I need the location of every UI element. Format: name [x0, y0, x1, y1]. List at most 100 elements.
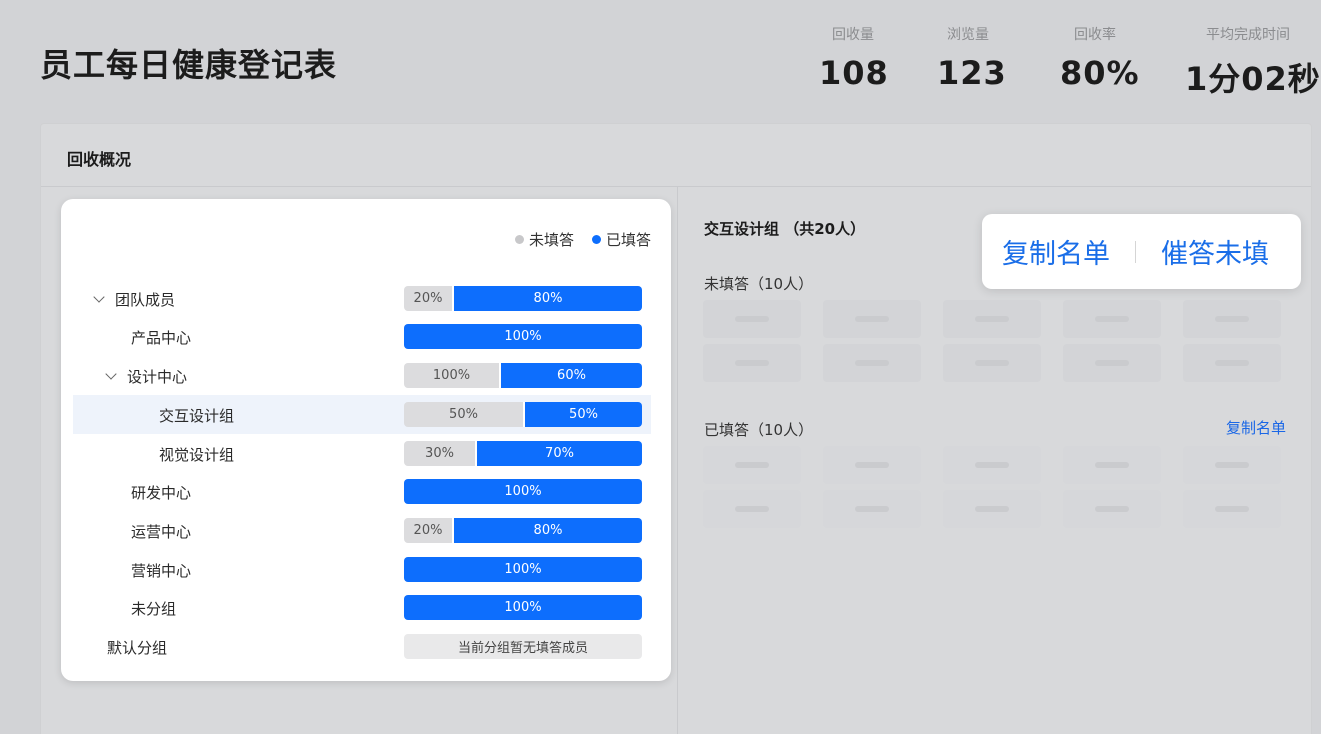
progress-bar: 20% 80%: [404, 518, 642, 543]
popover-divider: [1135, 240, 1136, 263]
tree-row[interactable]: 营销中心 100%: [73, 550, 651, 589]
progress-bar: 100%: [404, 324, 642, 349]
tree-row[interactable]: 默认分组 当前分组暂无填答成员: [73, 627, 651, 666]
stat-views: 浏览量 123: [937, 24, 1007, 92]
panel-title: 回收概况: [67, 150, 132, 169]
tree-row-label: 设计中心: [105, 366, 188, 387]
page-title: 员工每日健康登记表: [40, 46, 338, 84]
unfilled-segment: 50%: [404, 402, 523, 427]
chevron-down-icon[interactable]: [93, 291, 105, 303]
member-placeholder: [943, 300, 1041, 338]
unfilled-segment: 30%: [404, 441, 475, 466]
filled-segment: 100%: [404, 324, 642, 349]
copy-list-link[interactable]: 复制名单: [1226, 417, 1286, 438]
group-name: 视觉设计组: [159, 446, 235, 464]
tree-row[interactable]: 设计中心 100% 60%: [73, 356, 651, 395]
filled-section-label: 已填答（10人）: [704, 421, 814, 439]
member-placeholder: [1183, 344, 1281, 382]
group-name: 营销中心: [131, 562, 192, 580]
member-placeholder: [823, 490, 921, 528]
stat-label: 浏览量: [947, 27, 989, 43]
unfilled-segment: 100%: [404, 363, 499, 388]
progress-bar: 100%: [404, 479, 642, 504]
member-placeholder: [1063, 344, 1161, 382]
member-placeholder: [823, 446, 921, 484]
stat-value: 1分02秒: [1185, 60, 1321, 98]
member-placeholder: [943, 344, 1041, 382]
progress-bar: 30% 70%: [404, 441, 642, 466]
group-title: 交互设计组 （共20人）: [704, 220, 866, 238]
legend-dot-icon: [591, 235, 601, 244]
legend-label: 未填答: [528, 231, 574, 249]
filled-member-grid: [703, 446, 1301, 528]
filled-segment: 100%: [404, 479, 642, 504]
member-placeholder: [703, 446, 801, 484]
panel-divider: [677, 186, 678, 734]
group-name: 交互设计组: [159, 407, 235, 425]
stat-recovered: 回收量 108: [819, 24, 888, 92]
empty-bar-text: 当前分组暂无填答成员: [404, 634, 642, 659]
member-placeholder: [1183, 300, 1281, 338]
stat-value: 80%: [1060, 54, 1140, 92]
tree-row[interactable]: 视觉设计组 30% 70%: [73, 434, 651, 473]
legend-filled: 已填答: [591, 229, 651, 250]
member-placeholder: [943, 490, 1041, 528]
stat-avg-time: 平均完成时间 1分02秒: [1185, 24, 1321, 100]
progress-bar: 50% 50%: [404, 402, 642, 427]
member-placeholder: [943, 446, 1041, 484]
legend-dot-icon: [514, 235, 524, 244]
remind-unfilled-button[interactable]: 催答未填: [1161, 232, 1269, 271]
legend-unfilled: 未填答: [514, 229, 574, 250]
unfilled-section-label: 未填答（10人）: [704, 275, 814, 293]
tree-row-label: 默认分组: [107, 637, 167, 658]
filled-segment: 100%: [404, 557, 642, 582]
group-tree-card: 未填答 已填答 团队成员 20% 80% 产品中心 100% 设计中心 100% 60% 交互设…: [61, 199, 671, 681]
member-placeholder: [703, 300, 801, 338]
filled-segment: 70%: [477, 441, 642, 466]
tree-row-label: 运营中心: [131, 521, 191, 542]
member-placeholder: [1183, 490, 1281, 528]
member-placeholder: [823, 300, 921, 338]
stat-label: 平均完成时间: [1206, 27, 1290, 43]
progress-bar: 20% 80%: [404, 286, 642, 311]
tree-row[interactable]: 研发中心 100%: [73, 472, 651, 511]
tree-row-label: 未分组: [131, 598, 176, 619]
tree-row[interactable]: 团队成员 20% 80%: [73, 279, 651, 318]
tree-row-label: 视觉设计组: [159, 444, 234, 465]
member-placeholder: [1063, 490, 1161, 528]
filled-segment: 60%: [501, 363, 642, 388]
member-placeholder: [703, 490, 801, 528]
tree-row[interactable]: 运营中心 20% 80%: [73, 511, 651, 550]
unfilled-member-grid: [703, 300, 1301, 382]
group-name: 产品中心: [131, 329, 192, 347]
unfilled-segment: 20%: [404, 286, 452, 311]
tree-row[interactable]: 未分组 100%: [73, 588, 651, 627]
legend-label: 已填答: [605, 231, 651, 249]
stat-label: 回收率: [1074, 27, 1116, 43]
copy-list-button[interactable]: 复制名单: [1002, 232, 1110, 271]
group-name: 运营中心: [131, 523, 192, 541]
stat-value: 108: [819, 54, 889, 92]
tree-row-label: 交互设计组: [159, 405, 234, 426]
group-name: 设计中心: [127, 368, 188, 386]
progress-bar: 100% 60%: [404, 363, 642, 388]
action-popover: 复制名单 催答未填: [982, 214, 1301, 289]
filled-segment: 100%: [404, 595, 642, 620]
progress-bar: 100%: [404, 557, 642, 582]
member-placeholder: [703, 344, 801, 382]
filled-segment: 80%: [454, 286, 642, 311]
member-placeholder: [1063, 300, 1161, 338]
member-placeholder: [1183, 446, 1281, 484]
legend: 未填答 已填答: [514, 229, 651, 250]
group-name: 研发中心: [131, 484, 192, 502]
member-placeholder: [1063, 446, 1161, 484]
unfilled-segment: 20%: [404, 518, 452, 543]
chevron-down-icon[interactable]: [105, 368, 117, 380]
tree-row-label: 营销中心: [131, 560, 191, 581]
stat-label: 回收量: [832, 27, 874, 43]
tree-row-label: 团队成员: [93, 289, 175, 310]
tree-row[interactable]: 产品中心 100%: [73, 317, 651, 356]
progress-bar: 当前分组暂无填答成员: [404, 634, 642, 659]
stat-value: 123: [937, 54, 1007, 92]
tree-row[interactable]: 交互设计组 50% 50%: [73, 395, 651, 434]
